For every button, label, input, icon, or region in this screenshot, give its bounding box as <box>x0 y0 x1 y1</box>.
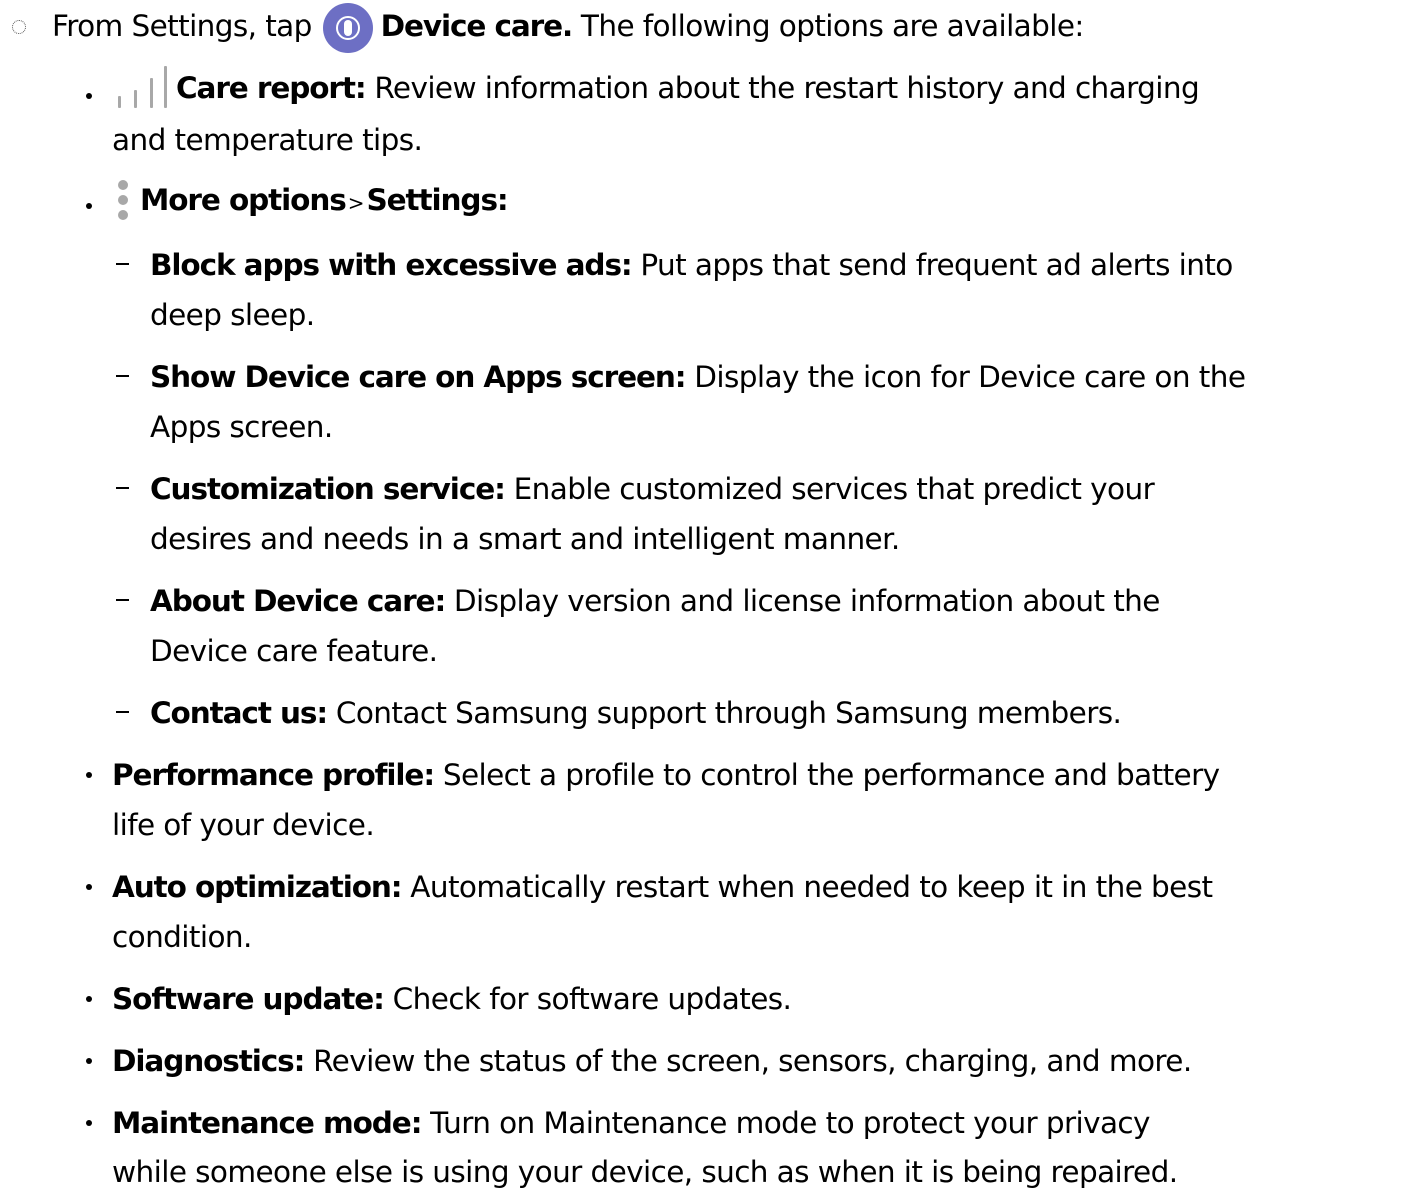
subitem-desc: Put apps that send frequent ad alerts in… <box>640 248 1233 282</box>
subitem-about: About Device care: Display version and l… <box>150 583 1160 619</box>
care-report-item: Care report: Review information about th… <box>112 65 1200 108</box>
item-title: Performance profile: <box>112 758 435 792</box>
software-update-item: Software update: Check for software upda… <box>112 981 792 1017</box>
subitem-title: Customization service: <box>150 472 506 506</box>
bullet <box>86 203 92 209</box>
subitem-contact-us: Contact us: Contact Samsung support thro… <box>150 695 1122 731</box>
subitem-title: About Device care: <box>150 584 446 618</box>
dash-bullet <box>116 487 129 489</box>
subitem-desc-cont: Apps screen. <box>150 410 333 444</box>
intro-prefix: From Settings, tap <box>52 9 312 43</box>
item-title: Maintenance mode: <box>112 1106 422 1140</box>
subitem-desc: Enable customized services that predict … <box>513 472 1155 506</box>
item-title: Software update: <box>112 982 385 1016</box>
care-report-desc-cont: and temperature tips. <box>112 123 423 157</box>
item-desc: Automatically restart when needed to kee… <box>410 870 1213 904</box>
maintenance-mode-item: Maintenance mode: Turn on Maintenance mo… <box>112 1105 1151 1141</box>
settings-title: Settings: <box>366 183 508 217</box>
subitem-desc: Contact Samsung support through Samsung … <box>335 696 1122 730</box>
item-desc: Select a profile to control the performa… <box>442 758 1220 792</box>
subitem-desc: Display version and license information … <box>453 584 1161 618</box>
more-options-kebab-icon <box>116 179 130 222</box>
bullet <box>86 93 92 99</box>
subitem-title: Contact us: <box>150 696 328 730</box>
care-report-bars-icon <box>112 65 168 110</box>
dash-bullet <box>116 375 129 377</box>
item-desc: Review the status of the screen, sensors… <box>313 1044 1192 1078</box>
dash-bullet <box>116 263 129 265</box>
care-report-title: Care report: <box>176 71 367 105</box>
dash-bullet <box>116 711 129 713</box>
subitem-title: Block apps with excessive ads: <box>150 248 633 282</box>
subitem-show-device-care: Show Device care on Apps screen: Display… <box>150 359 1246 395</box>
dash-bullet <box>116 599 129 601</box>
item-desc: Turn on Maintenance mode to protect your… <box>430 1106 1150 1140</box>
subitem-customization: Customization service: Enable customized… <box>150 471 1155 507</box>
subitem-block-ads: Block apps with excessive ads: Put apps … <box>150 247 1233 283</box>
performance-profile-item: Performance profile: Select a profile to… <box>112 757 1220 793</box>
subitem-desc: Display the icon for Device care on the <box>694 360 1246 394</box>
bullet <box>86 1058 92 1064</box>
subitem-title: Show Device care on Apps screen: <box>150 360 687 394</box>
item-title: Diagnostics: <box>112 1044 305 1078</box>
bullet <box>86 1120 92 1126</box>
device-care-icon <box>322 2 373 53</box>
intro-bold: Device care. <box>380 9 574 43</box>
step-marker <box>12 20 26 34</box>
auto-optimization-item: Auto optimization: Automatically restart… <box>112 869 1213 905</box>
intro-rest: The following options are available: <box>580 9 1084 43</box>
item-desc: Check for software updates. <box>392 982 792 1016</box>
item-title: Auto optimization: <box>112 870 403 904</box>
subitem-desc-cont: desires and needs in a smart and intelli… <box>150 522 900 556</box>
intro-line: From Settings, tap Device care. The foll… <box>52 2 1084 53</box>
bullet <box>86 996 92 1002</box>
care-report-desc: Review information about the restart his… <box>374 71 1200 105</box>
breadcrumb-separator: > <box>347 191 365 215</box>
more-options-item: More options >Settings: <box>112 179 509 222</box>
diagnostics-item: Diagnostics: Review the status of the sc… <box>112 1043 1192 1079</box>
item-desc-cont: while someone else is using your device,… <box>112 1155 1178 1189</box>
more-options-title: More options <box>140 183 347 217</box>
subitem-desc-cont: deep sleep. <box>150 298 315 332</box>
item-desc-cont: condition. <box>112 920 252 954</box>
bullet <box>86 772 92 778</box>
item-desc-cont: life of your device. <box>112 808 375 842</box>
bullet <box>86 884 92 890</box>
subitem-desc-cont: Device care feature. <box>150 634 438 668</box>
